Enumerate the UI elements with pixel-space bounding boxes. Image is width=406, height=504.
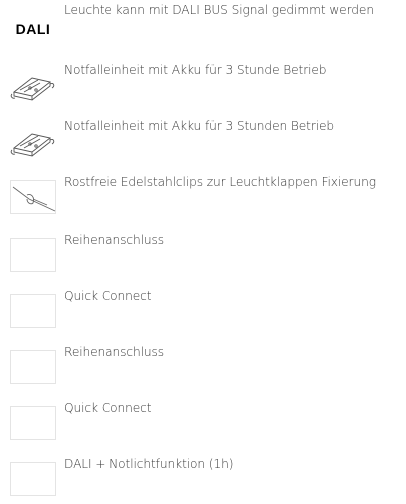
feature-item-quick-connect: Quick Connect (10, 288, 400, 336)
feature-text: Notfalleinheit mit Akku für 3 Stunden Be… (64, 119, 335, 133)
dali-logo-text: DALI (15, 21, 51, 37)
feature-text: Reihenanschluss (64, 345, 165, 359)
feature-item-series-connection: Reihenanschluss (10, 344, 400, 392)
feature-text: Notfalleinheit mit Akku für 3 Stunde Bet… (64, 63, 327, 77)
feature-item-dali: DALI Leuchte kann mit DALI BUS Signal ge… (10, 2, 400, 50)
feature-text: Quick Connect (64, 289, 152, 303)
feature-text: Quick Connect (64, 401, 152, 415)
blank-image-icon (10, 350, 56, 384)
feature-item-dali-emergency: DALI + Notlichtfunktion (1h) (10, 456, 400, 504)
blank-image-icon (10, 238, 56, 272)
dali-logo-icon: DALI (10, 8, 56, 42)
blank-image-icon (10, 406, 56, 440)
feature-item-emergency-unit: Notfalleinheit mit Akku für 3 Stunden Be… (10, 118, 400, 166)
feature-item-emergency-unit: Notfalleinheit mit Akku für 3 Stunde Bet… (10, 62, 400, 110)
emergency-battery-unit-icon (10, 68, 56, 102)
feature-item-series-connection: Reihenanschluss (10, 232, 400, 280)
feature-item-quick-connect: Quick Connect (10, 400, 400, 448)
feature-text: Reihenanschluss (64, 233, 165, 247)
feature-text: DALI + Notlichtfunktion (1h) (64, 457, 234, 471)
stainless-clip-icon (10, 180, 56, 214)
feature-list: DALI Leuchte kann mit DALI BUS Signal ge… (0, 0, 406, 496)
feature-item-stainless-clips: Rostfreie Edelstahlclips zur Leuchtklapp… (10, 174, 400, 222)
blank-image-icon (10, 294, 56, 328)
emergency-battery-unit-icon (10, 124, 56, 158)
blank-image-icon (10, 462, 56, 496)
feature-text: Leuchte kann mit DALI BUS Signal gedimmt… (64, 3, 374, 17)
feature-text: Rostfreie Edelstahlclips zur Leuchtklapp… (64, 175, 376, 189)
